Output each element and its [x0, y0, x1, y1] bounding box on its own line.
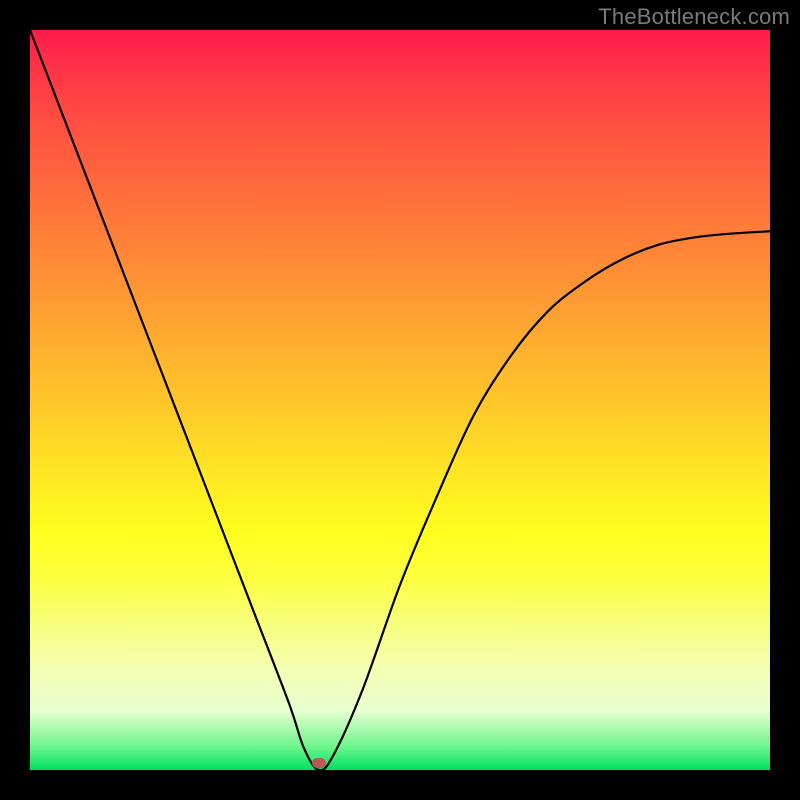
optimal-point-marker: [312, 758, 326, 768]
chart-frame: TheBottleneck.com: [0, 0, 800, 800]
bottleneck-curve: [30, 30, 770, 770]
watermark-text: TheBottleneck.com: [598, 4, 790, 30]
curve-path: [30, 30, 770, 770]
plot-area: [30, 30, 770, 770]
